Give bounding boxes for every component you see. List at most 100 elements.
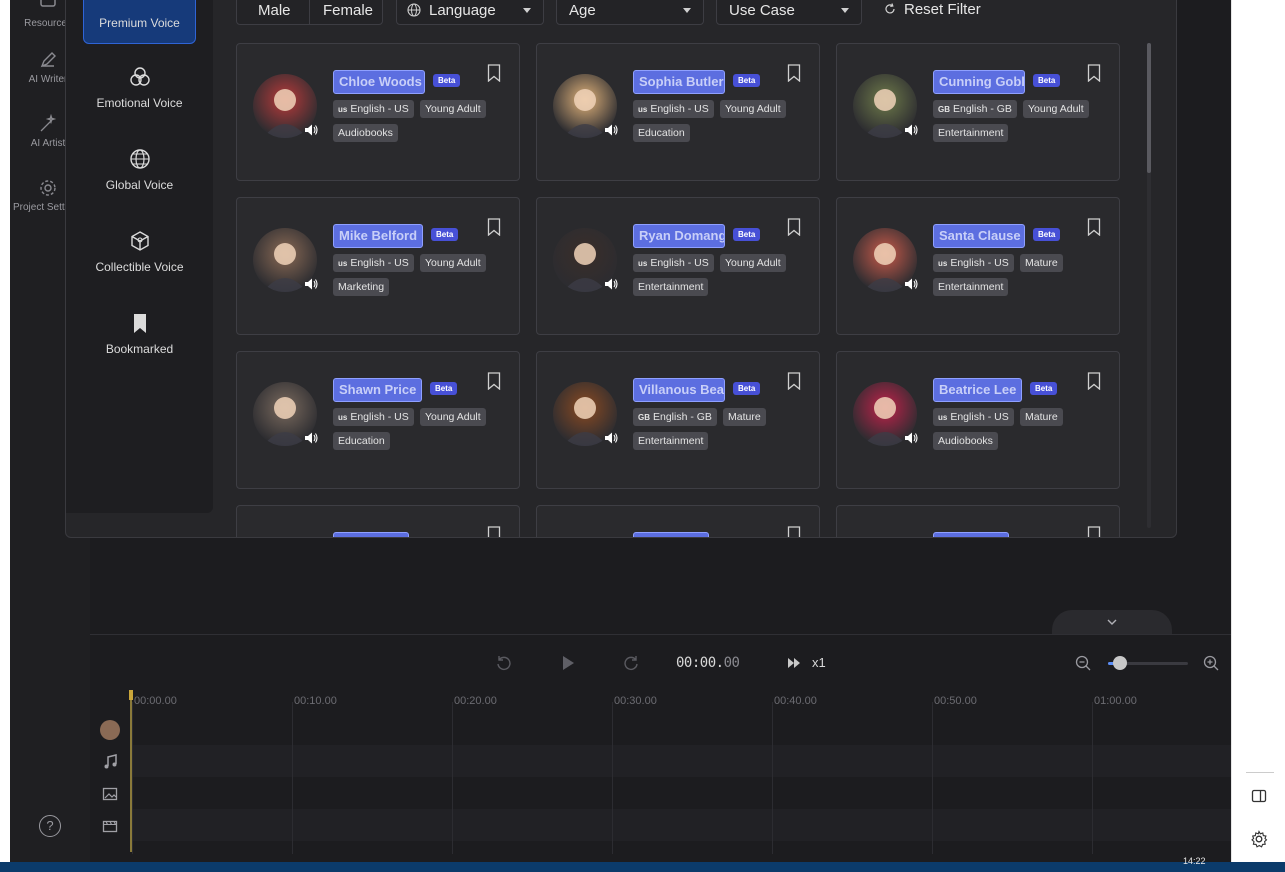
bookmark-icon[interactable] bbox=[787, 372, 801, 390]
country-code: us bbox=[638, 105, 648, 114]
track-row-audio[interactable] bbox=[130, 745, 1231, 777]
age-tag: Mature bbox=[1020, 254, 1063, 272]
reset-filter-button[interactable]: Reset Filter bbox=[876, 0, 996, 25]
category-bookmarked[interactable]: Bookmarked bbox=[83, 312, 196, 382]
bookmark-icon[interactable] bbox=[487, 64, 501, 82]
country-code: us bbox=[938, 413, 948, 422]
refresh-icon bbox=[885, 3, 895, 14]
filter-male-button[interactable]: Male bbox=[236, 0, 310, 25]
speaker-icon[interactable] bbox=[604, 431, 618, 445]
bookmark-icon[interactable] bbox=[1087, 372, 1101, 390]
bookmark-icon[interactable] bbox=[787, 218, 801, 236]
category-collectible-voice[interactable]: Collectible Voice bbox=[83, 230, 196, 300]
voice-name: Sophia Butler bbox=[633, 70, 725, 94]
help-icon[interactable]: ? bbox=[39, 815, 61, 837]
voice-card[interactable] bbox=[836, 505, 1120, 538]
category-label: Emotional Voice bbox=[96, 96, 183, 110]
bookmark-icon[interactable] bbox=[487, 372, 501, 390]
collapse-panel-button[interactable] bbox=[1052, 610, 1172, 634]
voice-name: Cunning Goblin bbox=[933, 70, 1025, 94]
speaker-icon[interactable] bbox=[304, 431, 318, 445]
sidebar-divider bbox=[1246, 772, 1274, 773]
use-case-tag: Entertainment bbox=[933, 124, 1009, 142]
category-label: Premium Voice bbox=[99, 16, 180, 30]
speed-icon[interactable] bbox=[787, 657, 801, 669]
bookmark-icon[interactable] bbox=[1087, 64, 1101, 82]
language-tag: us English - US bbox=[333, 254, 414, 272]
speaker-icon[interactable] bbox=[904, 277, 918, 291]
voice-name: Shawn Price bbox=[333, 378, 423, 402]
voice-card[interactable]: Sophia Butler Beta us English - US Young Adu… bbox=[536, 43, 820, 181]
speaker-icon[interactable] bbox=[904, 431, 918, 445]
bookmark-icon[interactable] bbox=[487, 218, 501, 236]
playhead[interactable] bbox=[130, 690, 132, 852]
speaker-icon[interactable] bbox=[604, 123, 618, 137]
category-global-voice[interactable]: Global Voice bbox=[83, 148, 196, 218]
language-tag: us English - US bbox=[333, 408, 414, 426]
bookmark-icon[interactable] bbox=[787, 64, 801, 82]
language-text: English - US bbox=[950, 257, 1009, 269]
tick-line bbox=[932, 702, 933, 854]
voice-card[interactable]: Shawn Price Beta us English - US Young Adult… bbox=[236, 351, 520, 489]
voice-card[interactable] bbox=[536, 505, 820, 538]
playhead-handle[interactable] bbox=[129, 690, 133, 700]
bookmark-icon[interactable] bbox=[787, 526, 801, 538]
speaker-icon[interactable] bbox=[604, 277, 618, 291]
rewind-icon[interactable] bbox=[495, 654, 513, 672]
beta-badge: Beta bbox=[430, 382, 458, 395]
forward-icon[interactable] bbox=[622, 654, 640, 672]
track-row-image[interactable] bbox=[130, 777, 1231, 809]
magic-wand-icon bbox=[40, 114, 57, 132]
resources-icon bbox=[40, 0, 56, 7]
time-fraction: 00 bbox=[723, 655, 740, 671]
language-text: English - US bbox=[350, 103, 409, 115]
language-text: English - US bbox=[650, 103, 709, 115]
speaker-icon[interactable] bbox=[304, 123, 318, 137]
timeline-panel: 00:00.00 x1 00:00.00 00:10.00 00:20.00 00:3… bbox=[90, 538, 1231, 862]
voice-card[interactable]: Beatrice Lee Beta us English - US Mature Audi… bbox=[836, 351, 1120, 489]
voice-card[interactable]: Santa Clause Beta us English - US Mature Ente… bbox=[836, 197, 1120, 335]
taskbar: 14:22 bbox=[0, 856, 1285, 872]
voice-card[interactable]: Villanous Beast Beta GBEnglish - GB Mature E… bbox=[536, 351, 820, 489]
use-case-dropdown[interactable]: Use Case bbox=[716, 0, 862, 25]
zoom-out-icon[interactable] bbox=[1075, 655, 1091, 671]
language-dropdown[interactable]: Language bbox=[396, 0, 544, 25]
panel-toggle-icon[interactable] bbox=[1251, 788, 1267, 804]
category-emotional-voice[interactable]: Emotional Voice bbox=[83, 66, 196, 136]
voice-card[interactable]: Ryan Domange Beta us English - US Young Adul… bbox=[536, 197, 820, 335]
age-tag: Young Adult bbox=[420, 254, 486, 272]
bookmark-icon[interactable] bbox=[487, 526, 501, 538]
voice-name: Mike Belford bbox=[333, 224, 424, 248]
gear-icon[interactable] bbox=[1250, 830, 1268, 848]
bookmark-icon[interactable] bbox=[1087, 218, 1101, 236]
voice-card[interactable] bbox=[236, 505, 520, 538]
use-case-tag: Education bbox=[633, 124, 690, 142]
play-icon[interactable] bbox=[560, 654, 576, 672]
playback-speed[interactable]: x1 bbox=[812, 655, 826, 670]
age-tag: Young Adult bbox=[720, 254, 786, 272]
country-code: us bbox=[938, 259, 948, 268]
age-dropdown[interactable]: Age bbox=[556, 0, 704, 25]
voice-card[interactable]: Cunning Goblin Beta GBEnglish - GB Young Ad… bbox=[836, 43, 1120, 181]
zoom-slider-handle[interactable] bbox=[1113, 656, 1127, 670]
voice-card[interactable]: Mike Belford Beta us English - US Young Adul… bbox=[236, 197, 520, 335]
speaker-icon[interactable] bbox=[304, 277, 318, 291]
language-text: English - GB bbox=[953, 103, 1012, 115]
beta-badge: Beta bbox=[733, 74, 761, 87]
age-tag: Young Adult bbox=[1023, 100, 1089, 118]
voice-name: Villanous Beast bbox=[633, 378, 725, 402]
scrollbar-thumb[interactable] bbox=[1147, 43, 1151, 173]
bookmark-icon[interactable] bbox=[1087, 526, 1101, 538]
speaker-icon[interactable] bbox=[904, 123, 918, 137]
track-row-video[interactable] bbox=[130, 809, 1231, 841]
timeline-divider bbox=[90, 634, 1231, 635]
timeline-ruler[interactable]: 00:00.00 00:10.00 00:20.00 00:30.00 00:40.00… bbox=[130, 690, 1231, 862]
voice-grid: Chloe Woods Beta us English - US Young Adult… bbox=[236, 43, 1126, 538]
language-text: English - US bbox=[350, 257, 409, 269]
filter-female-button[interactable]: Female bbox=[309, 0, 383, 25]
use-case-dropdown-label: Use Case bbox=[729, 2, 795, 19]
voice-card[interactable]: Chloe Woods Beta us English - US Young Adult… bbox=[236, 43, 520, 181]
zoom-in-icon[interactable] bbox=[1203, 655, 1219, 671]
category-premium-voice[interactable]: Premium Voice bbox=[83, 0, 196, 44]
beta-badge: Beta bbox=[433, 74, 461, 87]
